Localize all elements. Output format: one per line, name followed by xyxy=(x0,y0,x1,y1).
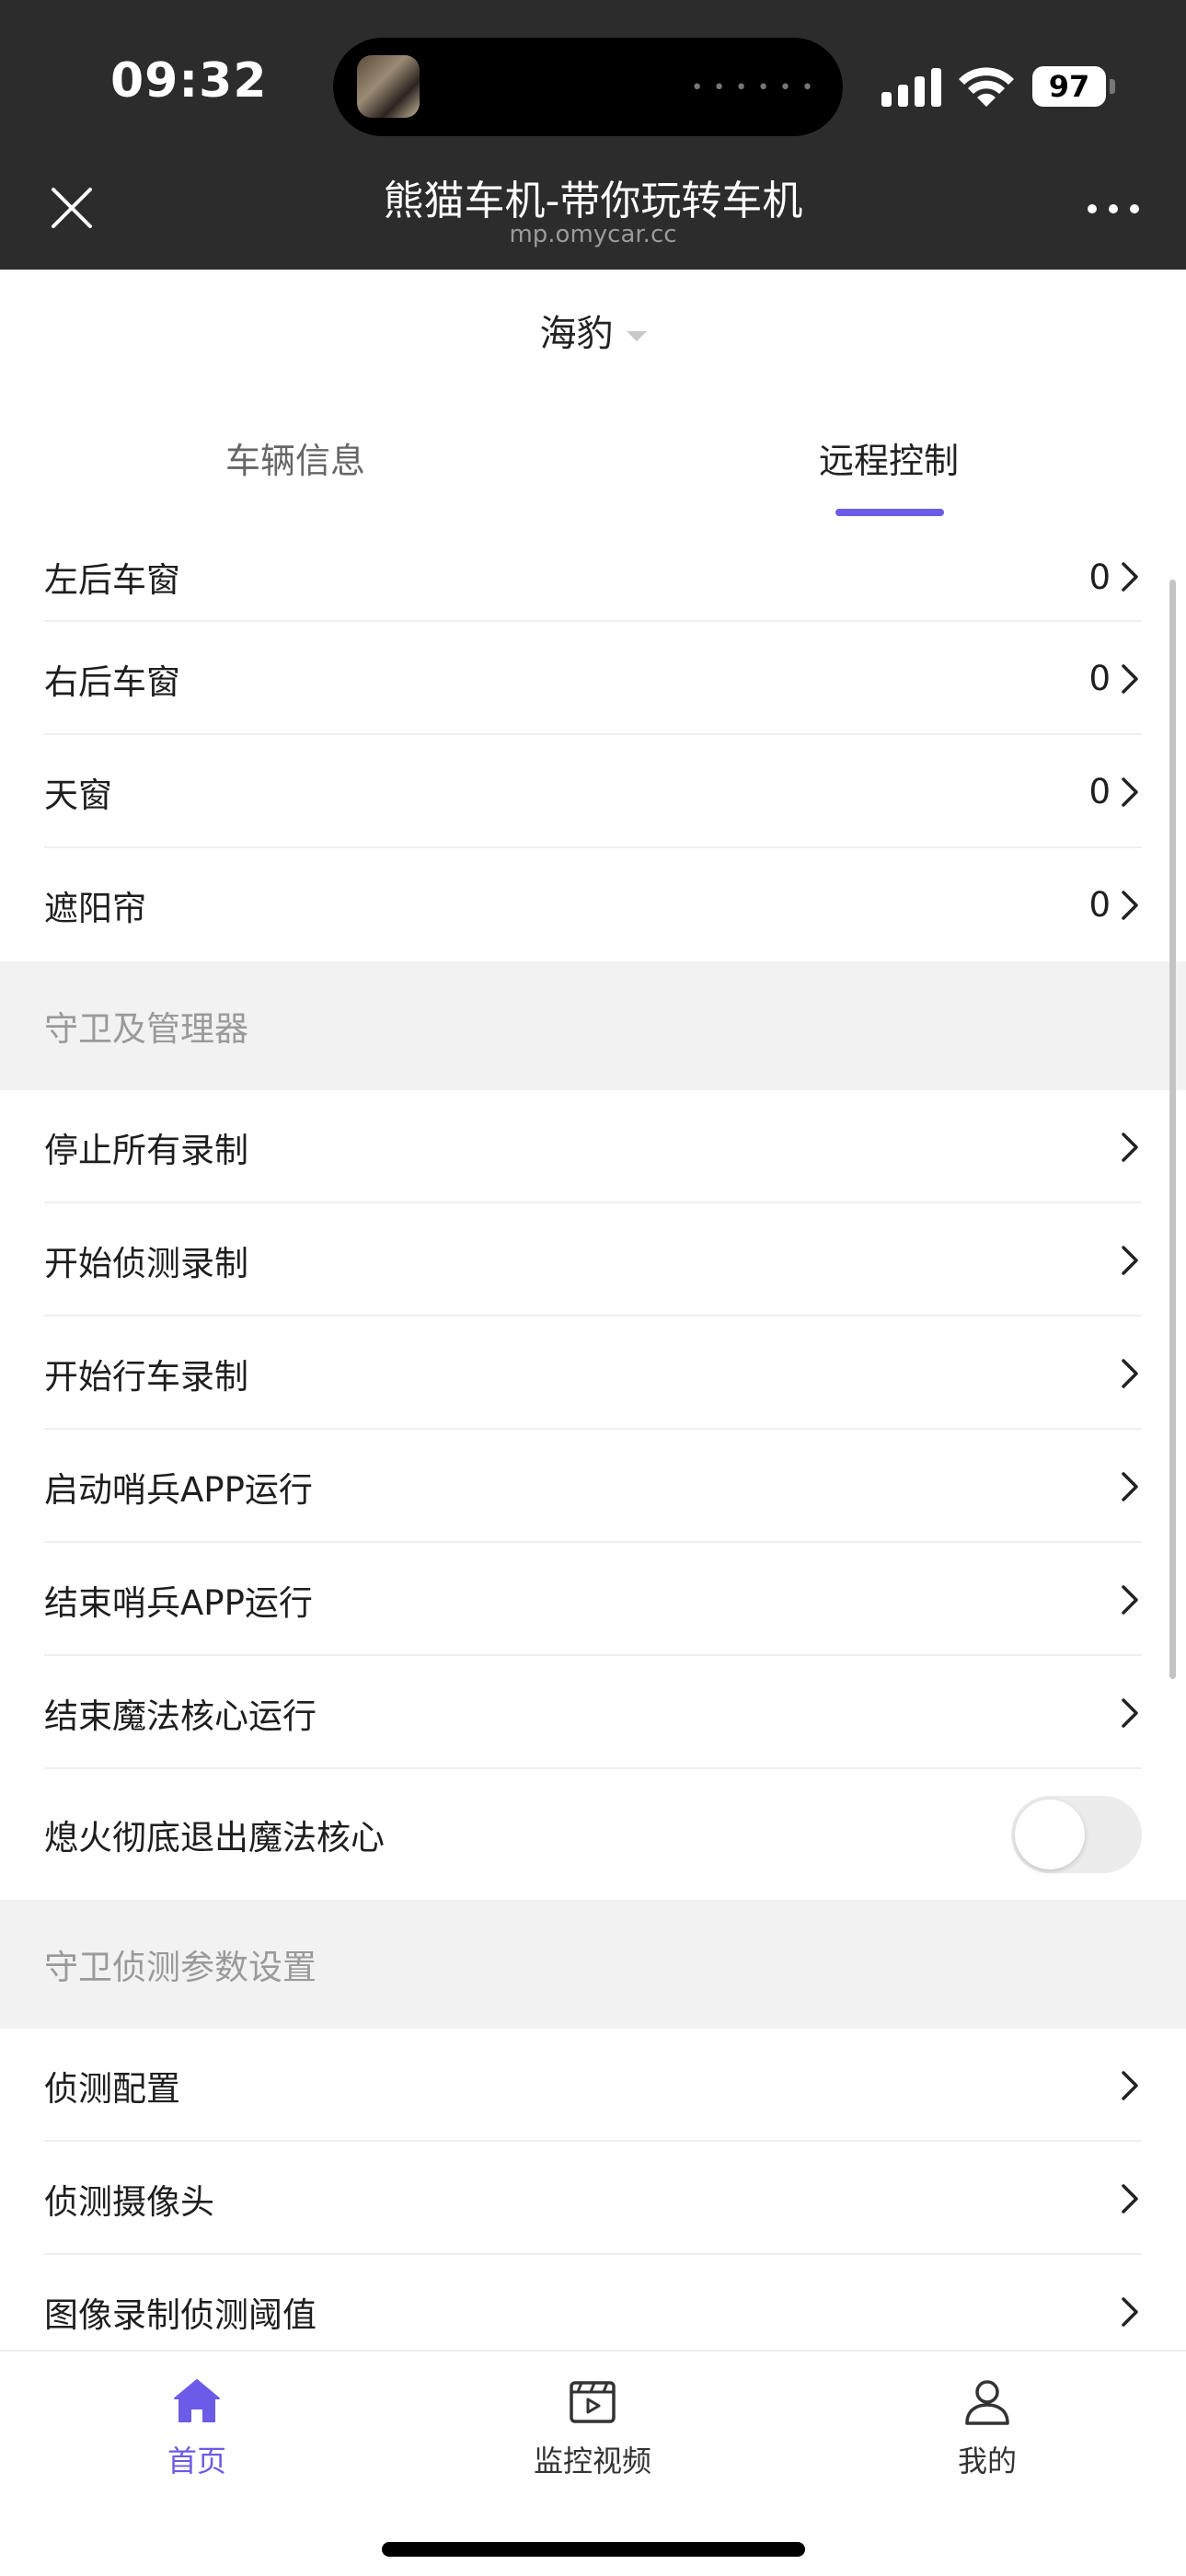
item-label: 熄火彻底退出魔法核心 xyxy=(44,1818,385,1857)
chevron-right-icon xyxy=(1122,1358,1138,1388)
item-value: 0 xyxy=(1088,885,1111,925)
tab-remote-control[interactable]: 远程控制 xyxy=(819,432,959,483)
chevron-right-icon xyxy=(1122,890,1138,920)
dynamic-island: • • • • • • xyxy=(333,38,843,136)
list-item[interactable]: 天窗 0 xyxy=(0,735,1186,848)
list-item[interactable]: 结束哨兵APP运行 xyxy=(0,1543,1186,1656)
chevron-right-icon xyxy=(1122,562,1138,592)
chevron-right-icon xyxy=(1122,1471,1138,1501)
user-icon xyxy=(965,2380,1009,2425)
page-url: mp.omycar.cc xyxy=(509,221,677,248)
list-item[interactable]: 停止所有录制 xyxy=(0,1090,1186,1203)
tab-vehicle-info[interactable]: 车辆信息 xyxy=(225,432,365,483)
item-label: 开始侦测录制 xyxy=(44,1243,248,1283)
item-value: 0 xyxy=(1088,557,1111,597)
page-title: 熊猫车机-带你玩转车机 xyxy=(383,178,803,224)
chevron-right-icon xyxy=(1122,1697,1138,1728)
home-icon xyxy=(174,2379,220,2422)
chevron-right-icon xyxy=(1122,2070,1138,2100)
section-header: 守卫侦测参数设置 xyxy=(0,1900,1186,2029)
battery-level: 97 xyxy=(1032,66,1106,107)
more-options-icon[interactable] xyxy=(1086,195,1141,223)
chevron-right-icon xyxy=(1122,663,1138,694)
tabbar-monitor-video[interactable]: 监控视频 xyxy=(501,2375,685,2480)
toggle-knob xyxy=(1015,1800,1085,1869)
list-item[interactable]: 结束魔法核心运行 xyxy=(0,1656,1186,1769)
toggle-row: 熄火彻底退出魔法核心 xyxy=(0,1769,1186,1900)
vehicle-name: 海豹 xyxy=(539,313,614,355)
vehicle-selector[interactable]: 海豹 xyxy=(0,304,1186,357)
scrollbar[interactable] xyxy=(1169,580,1176,1679)
item-label: 启动哨兵APP运行 xyxy=(44,1469,313,1510)
chevron-right-icon xyxy=(1122,1132,1138,1162)
item-label: 图像录制侦测阈值 xyxy=(44,2294,317,2335)
list-item[interactable]: 右后车窗 0 xyxy=(0,622,1186,735)
top-bar: 09:32 • • • • • • 97 熊猫车机-带你玩转车机 mp.omyc… xyxy=(0,0,1186,270)
list-item[interactable]: 侦测配置 xyxy=(0,2029,1186,2142)
status-time: 09:32 xyxy=(110,53,268,109)
chevron-right-icon xyxy=(1122,1584,1138,1615)
section-header: 守卫及管理器 xyxy=(0,961,1186,1090)
item-label: 结束魔法核心运行 xyxy=(44,1696,317,1736)
chevron-right-icon xyxy=(1122,2183,1138,2214)
wifi-icon xyxy=(959,67,1014,107)
active-tab-indicator xyxy=(835,509,944,516)
item-label: 侦测配置 xyxy=(44,2068,180,2109)
list-item[interactable]: 侦测摄像头 xyxy=(0,2142,1186,2255)
now-playing-app-icon[interactable] xyxy=(357,55,420,118)
tabbar-label: 首页 xyxy=(167,2444,226,2478)
chevron-right-icon xyxy=(1122,2296,1138,2327)
battery-cap xyxy=(1110,79,1115,94)
video-icon xyxy=(570,2381,616,2423)
tabbar-label: 监控视频 xyxy=(533,2444,651,2478)
item-label: 开始行车录制 xyxy=(44,1356,248,1397)
item-label: 天窗 xyxy=(44,775,112,815)
item-label: 侦测摄像头 xyxy=(44,2181,214,2222)
home-indicator[interactable] xyxy=(382,2542,805,2557)
item-label: 右后车窗 xyxy=(44,661,180,702)
item-label: 遮阳帘 xyxy=(44,888,146,928)
list-item[interactable]: 启动哨兵APP运行 xyxy=(0,1430,1186,1543)
cellular-signal-icon xyxy=(881,68,942,107)
chevron-right-icon xyxy=(1122,776,1138,807)
settings-list[interactable]: 左后车窗 0 右后车窗 0 天窗 0 遮阳帘 0 守卫及管理器 停止所有录制 开… xyxy=(0,532,1186,2350)
list-item[interactable]: 开始行车录制 xyxy=(0,1317,1186,1430)
tabbar-home[interactable]: 首页 xyxy=(105,2375,289,2480)
list-item[interactable]: 遮阳帘 0 xyxy=(0,848,1186,961)
item-value: 0 xyxy=(1088,772,1111,811)
item-label: 停止所有录制 xyxy=(44,1130,248,1170)
tabbar-label: 我的 xyxy=(957,2444,1017,2478)
caret-down-icon xyxy=(626,330,647,341)
exit-magic-core-toggle[interactable] xyxy=(1011,1796,1142,1873)
waveform-icon: • • • • • • xyxy=(691,76,815,99)
tabbar-me[interactable]: 我的 xyxy=(895,2375,1079,2480)
list-item[interactable]: 图像录制侦测阈值 xyxy=(0,2255,1186,2350)
item-label: 左后车窗 xyxy=(44,560,180,600)
list-item[interactable]: 开始侦测录制 xyxy=(0,1203,1186,1317)
chevron-right-icon xyxy=(1122,1245,1138,1275)
list-item[interactable]: 左后车窗 0 xyxy=(0,532,1186,622)
item-label: 结束哨兵APP运行 xyxy=(44,1582,313,1623)
item-value: 0 xyxy=(1088,659,1111,698)
